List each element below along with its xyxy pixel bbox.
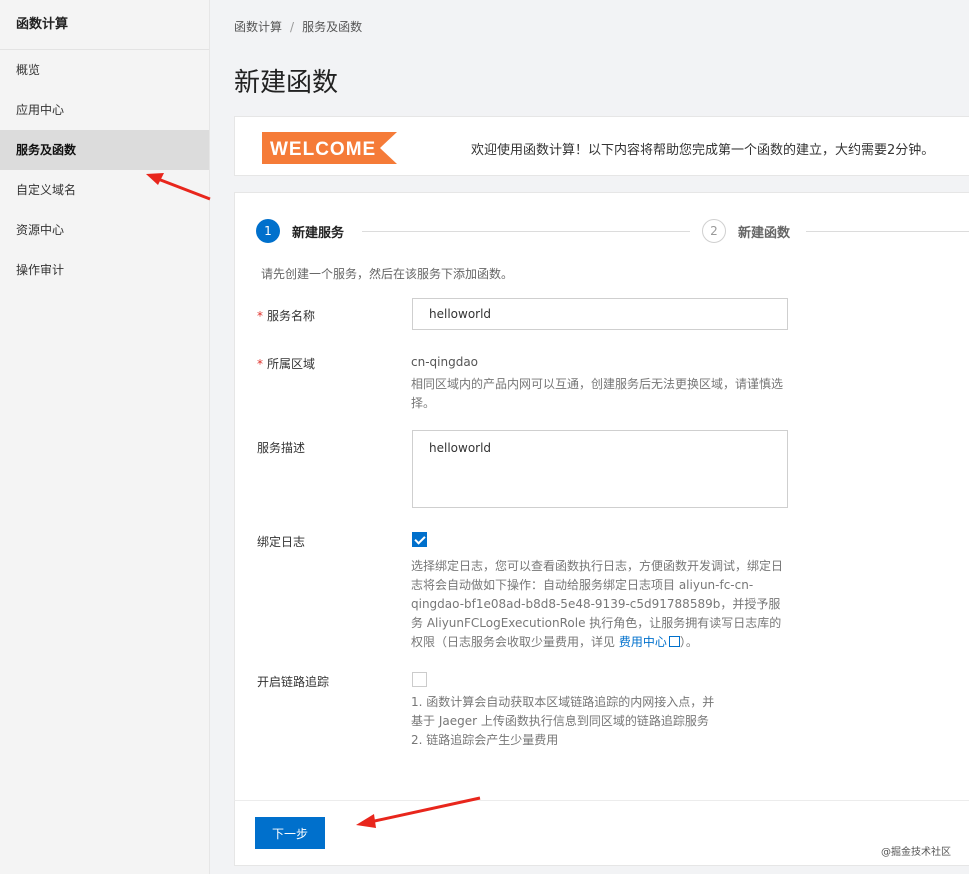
sidebar-item-custom-domain[interactable]: 自定义域名: [0, 170, 209, 210]
step-2-label: 新建函数: [738, 225, 791, 241]
breadcrumb: 函数计算 / 服务及函数: [234, 18, 362, 35]
step-1-number: 1: [256, 219, 280, 243]
sidebar-item-overview[interactable]: 概览: [0, 50, 209, 90]
sidebar-item-audit[interactable]: 操作审计: [0, 250, 209, 290]
bind-log-checkbox[interactable]: [412, 532, 427, 547]
form-intro: 请先创建一个服务，然后在该服务下添加函数。: [261, 267, 514, 281]
next-step-button[interactable]: 下一步: [255, 817, 325, 849]
step-2: 2 新建函数: [702, 219, 790, 243]
form-footer: 下一步: [234, 800, 969, 866]
description-textarea[interactable]: helloworld: [412, 430, 788, 508]
welcome-panel: WELCOME 欢迎使用函数计算！以下内容将帮助您完成第一个函数的建立，大约需要…: [234, 116, 969, 176]
step-connector-trailing: [806, 231, 969, 232]
bind-log-help: 选择绑定日志，您可以查看函数执行日志，方便函数开发调试，绑定日志将会自动做如下操…: [411, 559, 784, 649]
sidebar-title: 函数计算: [0, 0, 209, 50]
description-label: 服务描述: [257, 441, 306, 455]
sidebar-item-services-functions[interactable]: 服务及函数: [0, 130, 209, 170]
step-connector: [362, 231, 690, 232]
welcome-banner: WELCOME: [262, 132, 397, 164]
step-1-label: 新建服务: [292, 225, 345, 241]
sidebar: 函数计算 概览 应用中心 服务及函数 自定义域名 资源中心 操作审计: [0, 0, 210, 874]
region-help: 相同区域内的产品内网可以互通，创建服务后无法更换区域，请谨慎选择。: [411, 377, 784, 410]
billing-center-link[interactable]: 费用中心: [619, 635, 680, 649]
watermark: @掘金技术社区: [881, 847, 951, 858]
tracing-checkbox[interactable]: [412, 672, 427, 687]
main-content: 函数计算 / 服务及函数 新建函数 WELCOME 欢迎使用函数计算！以下内容将帮助…: [210, 0, 969, 874]
page-title: 新建函数: [234, 68, 339, 98]
sidebar-item-resource-center[interactable]: 资源中心: [0, 210, 209, 250]
step-1: 1 新建服务: [256, 219, 344, 243]
bind-log-label: 绑定日志: [257, 535, 306, 549]
service-name-input[interactable]: [412, 298, 788, 330]
region-value: cn-qingdao: [411, 355, 479, 369]
external-link-icon: [668, 636, 680, 647]
welcome-banner-text: WELCOME: [270, 139, 376, 160]
tracing-help: 1. 函数计算会自动获取本区域链路追踪的内网接入点，并 基于 Jaeger 上传…: [411, 695, 715, 747]
tracing-label: 开启链路追踪: [257, 675, 330, 689]
region-label: * 所属区域: [257, 357, 316, 371]
breadcrumb-root[interactable]: 函数计算: [234, 20, 282, 34]
service-name-label: * 服务名称: [257, 309, 316, 323]
form-card: 1 新建服务 2 新建函数 请先创建一个服务，然后在该服务下添加函数。 * 服务名…: [234, 192, 969, 800]
welcome-message: 欢迎使用函数计算！以下内容将帮助您完成第一个函数的建立，大约需要2分钟。: [471, 143, 935, 158]
sidebar-item-app-center[interactable]: 应用中心: [0, 90, 209, 130]
step-2-number: 2: [702, 219, 726, 243]
breadcrumb-separator: /: [290, 20, 295, 34]
required-mark: *: [257, 309, 263, 323]
required-mark: *: [257, 357, 263, 371]
breadcrumb-current[interactable]: 服务及函数: [302, 20, 362, 34]
